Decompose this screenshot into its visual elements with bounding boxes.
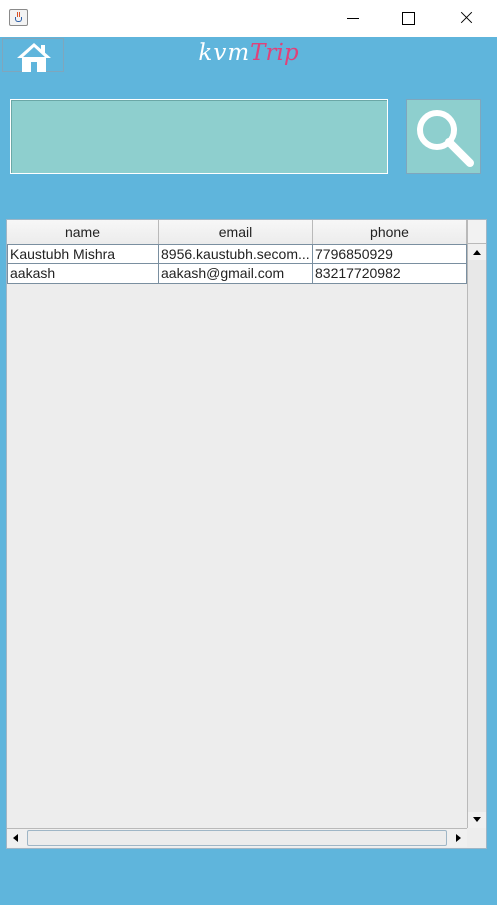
window-titlebar bbox=[0, 0, 497, 37]
search-icon bbox=[417, 110, 474, 167]
vertical-scrollbar[interactable] bbox=[467, 244, 486, 828]
search-input[interactable] bbox=[10, 99, 388, 174]
brand-logo: kvmTrip bbox=[0, 40, 497, 66]
cell-name[interactable]: Kaustubh Mishra bbox=[7, 244, 159, 264]
cell-phone[interactable]: 7796850929 bbox=[313, 244, 467, 264]
cell-email[interactable]: 8956.kaustubh.secom... bbox=[159, 244, 313, 264]
brand-part-1: kvm bbox=[198, 40, 251, 66]
vertical-scroll-track[interactable] bbox=[468, 260, 486, 812]
close-button[interactable] bbox=[443, 0, 489, 37]
cell-phone[interactable]: 83217720982 bbox=[313, 264, 467, 284]
scrollbar-corner bbox=[467, 828, 486, 847]
scroll-down-arrow-icon[interactable] bbox=[468, 812, 486, 828]
scroll-up-arrow-icon[interactable] bbox=[468, 244, 486, 260]
horizontal-scrollbar[interactable] bbox=[7, 828, 467, 847]
column-header-name[interactable]: name bbox=[7, 220, 159, 244]
minimize-button[interactable] bbox=[336, 0, 382, 37]
column-header-phone[interactable]: phone bbox=[313, 220, 467, 244]
java-cup-icon bbox=[9, 9, 28, 26]
table-row[interactable]: Kaustubh Mishra 8956.kaustubh.secom... 7… bbox=[7, 244, 467, 264]
search-button[interactable] bbox=[406, 99, 481, 174]
horizontal-scroll-thumb[interactable] bbox=[27, 830, 447, 846]
results-table: name email phone Kaustubh Mishra 8956.ka… bbox=[6, 219, 487, 849]
table-header: name email phone bbox=[7, 220, 467, 244]
scroll-left-arrow-icon[interactable] bbox=[7, 829, 25, 847]
maximize-button[interactable] bbox=[384, 0, 430, 37]
cell-name[interactable]: aakash bbox=[7, 264, 159, 284]
table-row[interactable]: aakash aakash@gmail.com 83217720982 bbox=[7, 264, 467, 284]
column-header-email[interactable]: email bbox=[159, 220, 313, 244]
cell-email[interactable]: aakash@gmail.com bbox=[159, 264, 313, 284]
table-body: Kaustubh Mishra 8956.kaustubh.secom... 7… bbox=[7, 244, 467, 284]
scroll-right-arrow-icon[interactable] bbox=[449, 829, 467, 847]
brand-part-2: Trip bbox=[250, 40, 299, 66]
table-header-corner bbox=[467, 220, 486, 244]
